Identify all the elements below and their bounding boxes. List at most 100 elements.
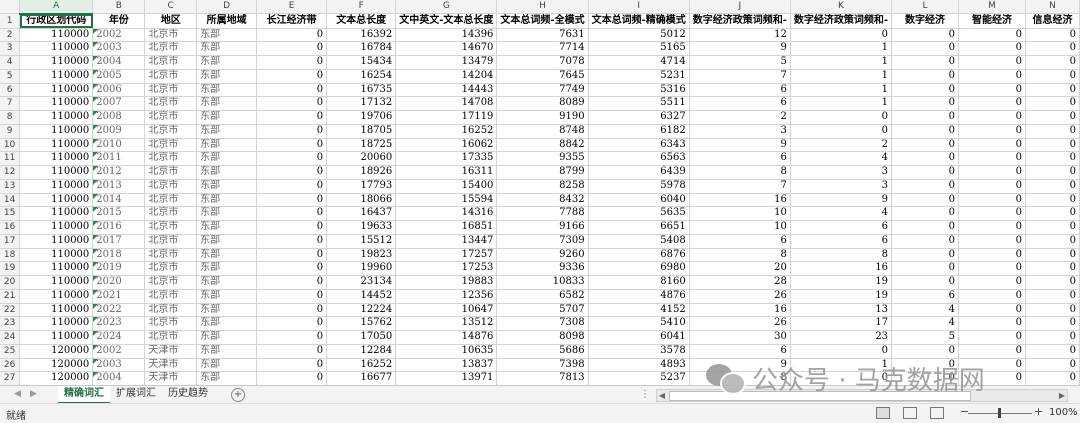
cell[interactable]: 8 bbox=[689, 371, 791, 385]
cell[interactable]: 0 bbox=[790, 28, 893, 43]
cell[interactable]: 2018 bbox=[92, 248, 146, 263]
cell[interactable]: 19633 bbox=[326, 220, 397, 235]
horizontal-scrollbar[interactable]: ◀ ▶ bbox=[656, 389, 1068, 402]
cell[interactable]: 2020 bbox=[92, 275, 146, 290]
cell[interactable]: 13 bbox=[790, 303, 893, 318]
cell[interactable]: 12284 bbox=[326, 344, 397, 359]
cell[interactable]: 15762 bbox=[326, 316, 397, 331]
select-all-corner[interactable] bbox=[0, 0, 21, 15]
cell[interactable]: 30 bbox=[689, 330, 791, 345]
cell[interactable]: 20 bbox=[689, 261, 791, 276]
column-title-cell[interactable]: 行政区划代码 bbox=[19, 13, 94, 29]
row-header[interactable]: 8 bbox=[0, 110, 21, 125]
page-layout-view-icon[interactable] bbox=[903, 407, 917, 419]
cell[interactable]: 北京市 bbox=[144, 206, 198, 221]
cell[interactable]: 15434 bbox=[326, 55, 397, 70]
cell[interactable]: 16062 bbox=[395, 138, 498, 153]
cell[interactable]: 天津市 bbox=[144, 344, 198, 359]
cell[interactable]: 1 bbox=[790, 83, 893, 98]
cell[interactable]: 16677 bbox=[326, 371, 397, 385]
cell[interactable]: 2002 bbox=[92, 344, 146, 359]
cell[interactable]: 4 bbox=[891, 316, 960, 331]
cell[interactable]: 2003 bbox=[92, 358, 146, 373]
cell[interactable]: 0 bbox=[891, 41, 960, 56]
cell[interactable]: 19 bbox=[790, 289, 893, 304]
column-title-cell[interactable]: 数字经济 bbox=[891, 13, 960, 29]
cell[interactable]: 2004 bbox=[92, 55, 146, 70]
cell[interactable]: 0 bbox=[958, 110, 1026, 125]
row-header[interactable]: 4 bbox=[0, 55, 21, 70]
cell[interactable]: 19823 bbox=[326, 248, 397, 263]
cell[interactable]: 0 bbox=[958, 248, 1026, 263]
cell[interactable]: 17257 bbox=[395, 248, 498, 263]
cell[interactable]: 2009 bbox=[92, 124, 146, 139]
cell[interactable]: 23 bbox=[790, 330, 893, 345]
cell[interactable]: 16 bbox=[790, 261, 893, 276]
cell[interactable]: 14452 bbox=[326, 289, 397, 304]
column-title-cell[interactable]: 智能经济 bbox=[958, 13, 1026, 29]
cell[interactable]: 1 bbox=[790, 41, 893, 56]
cell[interactable]: 15512 bbox=[326, 234, 397, 249]
cell[interactable]: 0 bbox=[256, 330, 328, 345]
cell[interactable]: 0 bbox=[256, 371, 328, 385]
cell[interactable]: 0 bbox=[256, 220, 328, 235]
cell[interactable]: 7308 bbox=[496, 316, 589, 331]
cell[interactable]: 16 bbox=[689, 303, 791, 318]
cell[interactable]: 26 bbox=[689, 316, 791, 331]
row-header[interactable]: 22 bbox=[0, 303, 21, 318]
row-header[interactable]: 23 bbox=[0, 316, 21, 331]
cell[interactable]: 0 bbox=[891, 206, 960, 221]
cell[interactable]: 东部 bbox=[196, 151, 258, 166]
tab-sheet-1[interactable]: 精确词汇 bbox=[58, 386, 110, 404]
cell[interactable]: 5410 bbox=[588, 316, 690, 331]
cell[interactable]: 2006 bbox=[92, 83, 146, 98]
row-header[interactable]: 16 bbox=[0, 220, 21, 235]
cell[interactable]: 0 bbox=[958, 289, 1026, 304]
cell[interactable]: 0 bbox=[1025, 358, 1080, 373]
cell[interactable]: 0 bbox=[1025, 206, 1080, 221]
cell[interactable]: 0 bbox=[256, 193, 328, 208]
column-header-n[interactable]: N bbox=[1025, 0, 1080, 15]
cell[interactable]: 8432 bbox=[496, 193, 589, 208]
cell[interactable]: 4714 bbox=[588, 55, 690, 70]
cell[interactable]: 16 bbox=[689, 193, 791, 208]
cell[interactable]: 2013 bbox=[92, 179, 146, 194]
cell[interactable]: 0 bbox=[958, 69, 1026, 84]
cell[interactable]: 8748 bbox=[496, 124, 589, 139]
cell[interactable]: 16437 bbox=[326, 206, 397, 221]
cell[interactable]: 东部 bbox=[196, 179, 258, 194]
more-icon[interactable]: ⋮ bbox=[640, 389, 650, 400]
cell[interactable]: 0 bbox=[790, 110, 893, 125]
cell[interactable]: 东部 bbox=[196, 275, 258, 290]
cell[interactable]: 0 bbox=[891, 234, 960, 249]
cell[interactable]: 0 bbox=[1025, 124, 1080, 139]
cell[interactable]: 北京市 bbox=[144, 151, 198, 166]
page-break-view-icon[interactable] bbox=[930, 407, 944, 419]
cell[interactable]: 北京市 bbox=[144, 289, 198, 304]
row-header[interactable]: 19 bbox=[0, 261, 21, 276]
cell[interactable]: 9 bbox=[790, 193, 893, 208]
cell[interactable]: 13837 bbox=[395, 358, 498, 373]
cell[interactable]: 0 bbox=[891, 69, 960, 84]
cell[interactable]: 0 bbox=[891, 358, 960, 373]
cell[interactable]: 东部 bbox=[196, 220, 258, 235]
cell[interactable]: 0 bbox=[958, 179, 1026, 194]
cell[interactable]: 0 bbox=[256, 41, 328, 56]
cell[interactable]: 6876 bbox=[588, 248, 690, 263]
cell[interactable]: 0 bbox=[256, 55, 328, 70]
row-header[interactable]: 7 bbox=[0, 96, 21, 111]
column-title-cell[interactable]: 数字经济政策词频和- bbox=[790, 13, 893, 29]
cell[interactable]: 北京市 bbox=[144, 28, 198, 43]
cell[interactable]: 13512 bbox=[395, 316, 498, 331]
cell[interactable]: 东部 bbox=[196, 165, 258, 180]
cell[interactable]: 6563 bbox=[588, 151, 690, 166]
cell[interactable]: 17 bbox=[790, 316, 893, 331]
column-title-cell[interactable]: 地区 bbox=[144, 13, 198, 29]
spreadsheet-grid[interactable]: ABCDEFGHIJKLMN 1 行政区划代码 年份 地区 所属地域 长江经济带 文本总长度… bbox=[0, 0, 1080, 385]
cell[interactable]: 6 bbox=[689, 96, 791, 111]
zoom-slider[interactable]: − + bbox=[960, 405, 1043, 418]
cell[interactable]: 0 bbox=[256, 344, 328, 359]
row-header[interactable]: 26 bbox=[0, 358, 21, 373]
cell[interactable]: 9355 bbox=[496, 151, 589, 166]
cell[interactable]: 17253 bbox=[395, 261, 498, 276]
